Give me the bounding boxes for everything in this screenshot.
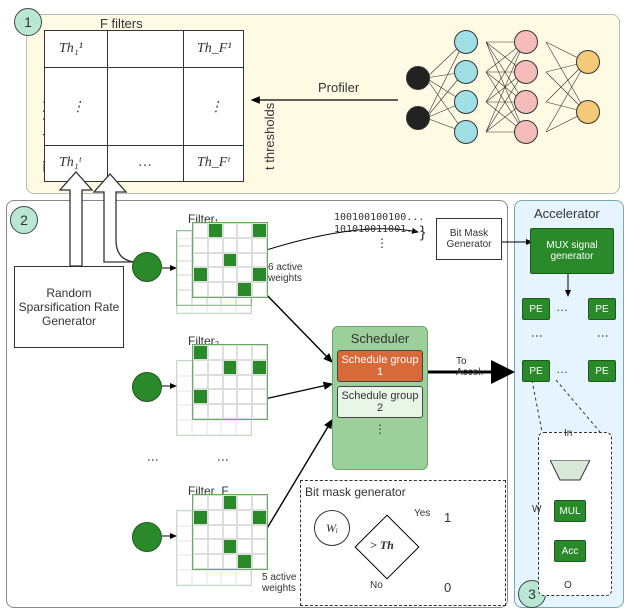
step-1-num: 1 [24, 14, 32, 30]
filter-2: Filter₂ [176, 348, 286, 434]
one-label: 1 [444, 510, 451, 525]
axis-x-label: F filters [100, 16, 143, 31]
neuron-h2 [514, 90, 538, 114]
neural-net [400, 30, 610, 170]
hdots: … [556, 362, 570, 376]
w-label: W [532, 504, 541, 515]
vdots: ⋮ [530, 330, 544, 344]
no-label: No [370, 580, 383, 591]
schedule-group-1: Schedule group 1 [337, 350, 423, 382]
vdots: ⋮ [596, 330, 610, 344]
neuron-h1 [454, 120, 478, 144]
to-accel-label: To Accel. [456, 356, 496, 378]
pe: PE [522, 298, 550, 320]
scheduler-box: Scheduler Schedule group 1 Schedule grou… [332, 326, 428, 470]
pe: PE [588, 298, 616, 320]
compare-label: > Th [370, 538, 394, 553]
mul-label: MUL [559, 506, 580, 517]
step-2-badge: 2 [10, 206, 38, 234]
pe-label: PE [529, 304, 542, 315]
neuron-h1 [454, 90, 478, 114]
threshold-table: Th₁¹ Th_F¹ Th₁ᵗ Th_Fᵗ … ⋮ ⋮ [44, 30, 244, 182]
mux-box: MUX signal generator [530, 228, 614, 274]
figure-root: 1 2 3 Threshold Array F filters t thresh… [0, 0, 628, 616]
vdots: ⋮ [216, 454, 230, 468]
randbox-label: Random Sparsification Rate Generator [17, 286, 121, 328]
axis-y-label: t thresholds [262, 103, 277, 170]
neuron-in [406, 106, 430, 130]
pe-label: PE [595, 366, 608, 377]
acc-label: Acc [562, 546, 579, 557]
acc-box: Acc [554, 540, 586, 562]
pe: PE [588, 360, 616, 382]
yes-label: Yes [414, 508, 430, 519]
neuron-h2 [514, 60, 538, 84]
vdots: ⋮ [374, 422, 386, 436]
mux-icon [550, 460, 590, 482]
mul-box: MUL [554, 500, 586, 522]
th-circle-1 [132, 252, 162, 282]
cell-br: Th_Fᵗ [197, 155, 230, 171]
mux-label: MUX signal generator [533, 240, 611, 262]
filter-grid [192, 494, 268, 570]
cell-tr: Th_F¹ [197, 41, 232, 57]
schedule-group-2: Schedule group 2 [337, 386, 423, 418]
neuron-in [406, 66, 430, 90]
step-1-badge: 1 [14, 8, 42, 36]
vdots: ⋮ [146, 454, 160, 468]
neuron-out [576, 100, 600, 124]
neuron-h1 [454, 30, 478, 54]
cell-dotsv2: ⋮ [209, 99, 223, 116]
scheduler-title: Scheduler [351, 331, 410, 346]
filter-grid [192, 344, 268, 420]
neuron-out [576, 50, 600, 74]
filter-grid-front [192, 222, 268, 298]
profiler-label: Profiler [318, 80, 359, 95]
bits-1: 100100100100... [334, 212, 424, 223]
brace-icon: } [420, 224, 425, 242]
bitgen-label: Bit Mask Generator [439, 228, 499, 250]
step-3-num: 3 [528, 586, 536, 602]
cell-bl: Th₁ᵗ [59, 155, 81, 171]
pe-label: PE [595, 304, 608, 315]
pe: PE [522, 360, 550, 382]
accel-title: Accelerator [534, 206, 600, 221]
cell-dotsh: … [139, 155, 151, 171]
step-2-num: 2 [20, 212, 28, 228]
bit-mask-generator: Bit Mask Generator [436, 218, 502, 260]
neuron-h2 [514, 120, 538, 144]
o-label: O [564, 580, 572, 591]
neuron-h1 [454, 60, 478, 84]
th-circle-2 [132, 372, 162, 402]
th-circle-F [132, 522, 162, 552]
vdots: ⋮ [376, 236, 390, 250]
bitgen-detail-title: Bit mask generator [305, 485, 406, 499]
zero-label: 0 [444, 580, 451, 595]
cell-tl: Th₁¹ [59, 41, 83, 57]
pe-label: PE [529, 366, 542, 377]
active-6: 6 active weights [268, 262, 318, 284]
bits-2: 101010011001... [334, 224, 424, 235]
cell-dotsv1: ⋮ [71, 99, 85, 116]
wi-label: Wᵢ [326, 521, 338, 536]
neuron-h2 [514, 30, 538, 54]
hdots: … [556, 300, 570, 314]
wi-circle: Wᵢ [314, 510, 350, 546]
in-label: In [564, 428, 572, 439]
rand-sparsification-box: Random Sparsification Rate Generator [14, 266, 124, 348]
